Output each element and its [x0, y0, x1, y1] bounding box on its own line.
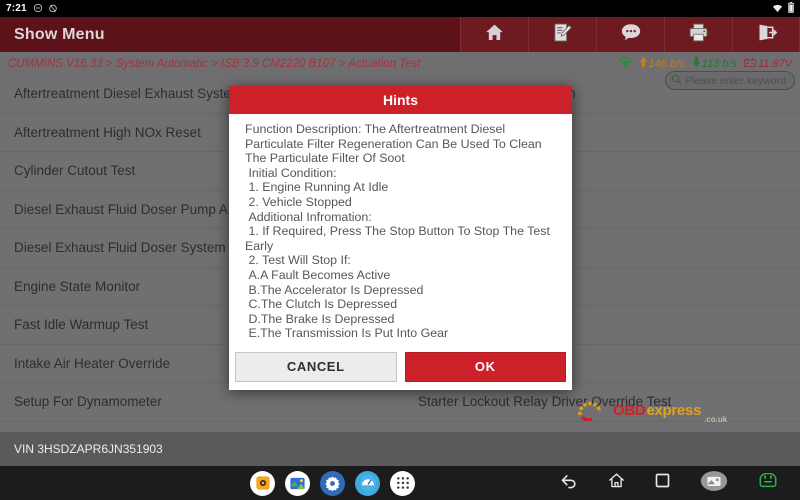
home-button[interactable] [460, 17, 528, 52]
alarm-off-icon [48, 0, 58, 18]
ok-button[interactable]: OK [404, 351, 566, 382]
camera-app-icon[interactable] [250, 470, 275, 496]
wifi-signal-icon [618, 56, 632, 71]
android-navigation-bar [0, 466, 800, 500]
dnd-icon [33, 0, 43, 18]
battery-voltage: 11.87V [743, 57, 792, 70]
recents-icon[interactable] [655, 473, 670, 493]
upload-rate: 146 b/s [639, 56, 685, 71]
home-icon [484, 22, 505, 48]
diagnostic-app-icon[interactable] [355, 470, 380, 496]
car-battery-icon [743, 57, 757, 70]
app-header-bar: Show Menu [0, 17, 800, 52]
tablet-screen: 7:21 Show Menu CUMMINS V16.33 > System A… [0, 0, 800, 500]
dialog-body: Function Description: The Aftertreatment… [229, 114, 572, 347]
download-rate-value: 113 b/s [701, 57, 737, 70]
system-nav-buttons [560, 470, 778, 497]
gallery-app-icon[interactable] [285, 470, 310, 496]
dialog-actions: CANCEL OK [229, 346, 572, 390]
settings-app-icon[interactable] [320, 470, 345, 496]
breadcrumb: CUMMINS V16.33 > System Automatic > ISB … [8, 57, 421, 70]
dialog-title: Hints [383, 92, 418, 108]
dialog-header: Hints [229, 86, 572, 114]
arrow-up-icon [639, 56, 648, 71]
status-clock: 7:21 [6, 3, 27, 14]
report-edit-icon [552, 22, 573, 48]
dialog-message: Function Description: The Aftertreatment… [245, 122, 550, 341]
print-icon [688, 22, 709, 48]
upload-rate-value: 146 b/s [648, 57, 685, 70]
feedback-button[interactable] [596, 17, 664, 52]
home-icon[interactable] [608, 472, 625, 494]
connection-status: 146 b/s 113 b/s 11.87V [618, 56, 800, 71]
page-title: Show Menu [14, 25, 105, 43]
arrow-down-icon [692, 56, 701, 71]
report-button[interactable] [528, 17, 596, 52]
vci-connect-icon[interactable] [758, 472, 778, 494]
cancel-button[interactable]: CANCEL [235, 351, 397, 382]
hints-dialog: Hints Function Description: The Aftertre… [229, 86, 572, 390]
back-icon[interactable] [560, 473, 578, 494]
exit-button[interactable] [732, 17, 800, 52]
screenshot-icon[interactable] [700, 470, 728, 497]
battery-voltage-value: 11.87V [757, 57, 792, 70]
wifi-icon [772, 0, 783, 18]
exit-icon [756, 22, 777, 48]
print-button[interactable] [664, 17, 732, 52]
android-status-bar: 7:21 [0, 0, 800, 17]
app-dock [250, 470, 415, 496]
header-toolbar [460, 17, 800, 52]
vin-value: VIN 3HSDZAPR6JN351903 [14, 442, 163, 456]
search-field[interactable]: Please enter keyword [665, 71, 795, 90]
vin-bar: VIN 3HSDZAPR6JN351903 [0, 432, 800, 466]
download-rate: 113 b/s [692, 56, 737, 71]
search-icon [671, 72, 682, 90]
chat-icon [620, 21, 642, 48]
search-placeholder: Please enter keyword [685, 74, 786, 87]
battery-icon [787, 0, 795, 18]
all-apps-icon[interactable] [390, 470, 415, 496]
